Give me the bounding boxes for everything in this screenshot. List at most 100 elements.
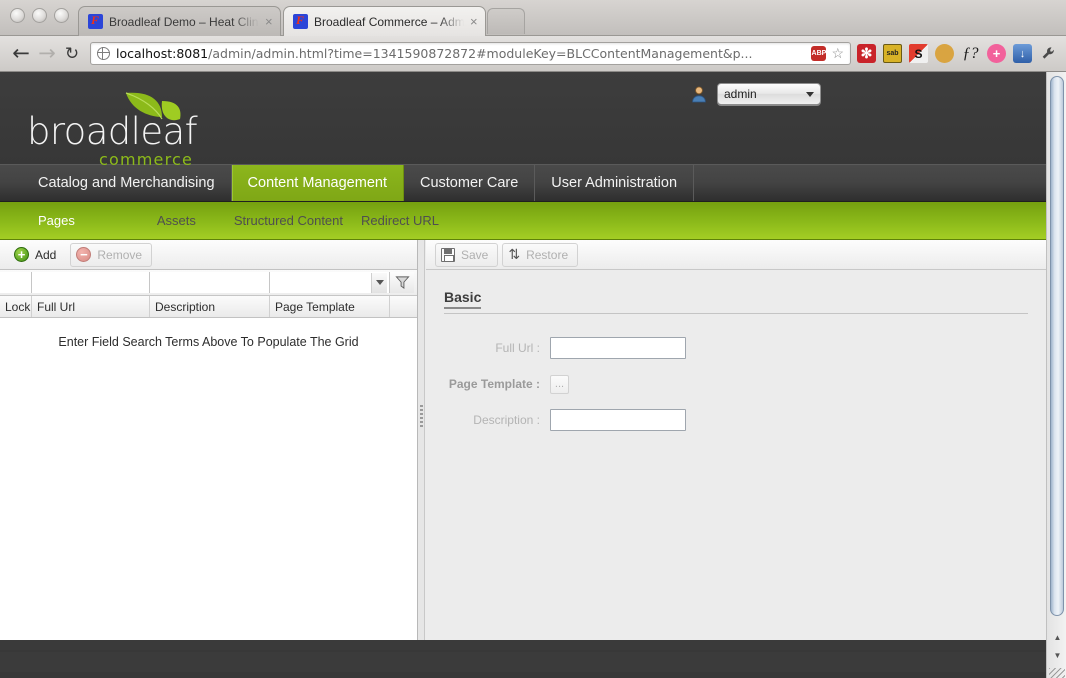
column-header-page-template[interactable]: Page Template [270,296,390,317]
scroll-up-icon[interactable]: ▲ [1050,630,1065,645]
address-bar[interactable]: localhost:8081/admin/admin.html?time=134… [90,42,851,65]
reload-icon[interactable]: ↻ [60,44,84,64]
filter-input-full-url[interactable] [32,272,150,293]
vertical-scrollbar-track[interactable]: ▲ ▼ [1046,72,1066,678]
broadleaf-favicon [293,14,308,29]
column-header-description[interactable]: Description [150,296,270,317]
user-menu-area: admin [690,83,821,105]
screenshot-icon[interactable]: S [909,44,928,63]
grid-header-row: Lock Full Url Description Page Template [0,296,417,318]
add-button-label: Add [35,247,57,262]
filter-input-lock[interactable] [0,272,32,293]
save-disk-icon [441,247,455,262]
browser-toolbar: ← → ↻ localhost:8081/admin/admin.html?ti… [0,36,1066,72]
window-zoom-button[interactable] [54,8,69,23]
save-button[interactable]: Save [435,242,499,267]
form-row-page-template: Page Template : ... [426,366,1046,402]
pages-list-pane: + Add − Remove Lock Full Url Description… [0,240,418,640]
grid-filter-row [0,270,417,296]
resize-grip-icon[interactable] [1049,668,1065,678]
mainnav-item-catalog-and-merchandising[interactable]: Catalog and Merchandising [22,165,232,201]
full-url-input[interactable] [550,337,686,359]
logo-wordmark: broadleaf [27,110,198,153]
browser-tab-title: Broadleaf Commerce – Admin [314,14,464,29]
splitter-grip-icon [420,405,423,427]
section-title: Basic [444,289,482,309]
back-icon[interactable]: ← [8,43,34,64]
window-minimize-button[interactable] [32,8,47,23]
user-avatar-icon [690,85,708,103]
url-path: /admin/admin.html?time=1341590872872#mod… [208,46,753,61]
forward-icon[interactable]: → [34,43,60,64]
close-icon[interactable]: × [265,14,273,29]
restore-button-label: Restore [526,247,569,262]
window-controls [10,8,69,23]
user-select-value: admin [724,87,757,101]
vertical-scrollbar-thumb[interactable] [1050,76,1064,616]
grid-empty-message: Enter Field Search Terms Above To Popula… [58,335,359,349]
add-button[interactable]: + Add [8,243,66,267]
basic-form: Full Url : Page Template : ... Descripti… [426,330,1046,438]
form-row-full-url: Full Url : [426,330,1046,366]
mainnav-item-content-management[interactable]: Content Management [231,165,404,201]
description-label: Description : [473,413,540,427]
remove-button-label: Remove [97,247,143,262]
scroll-down-icon[interactable]: ▼ [1050,648,1065,663]
detail-toolbar: Save ⇅ Restore [426,240,1046,270]
url-host: localhost:8081 [116,46,209,61]
horizontal-scrollbar-track[interactable] [0,652,1046,672]
browser-tab-strip: Broadleaf Demo – Heat Clinic × Broadleaf… [0,0,1066,36]
bookmark-star-icon[interactable]: ☆ [831,45,844,62]
close-icon[interactable]: × [470,14,478,29]
browser-tab-1[interactable]: Broadleaf Commerce – Admin × [283,6,486,36]
mainnav-item-customer-care[interactable]: Customer Care [404,165,536,201]
filter-funnel-icon[interactable] [390,272,414,293]
extension-tray: ✻ sab S ƒ? + ↓ [857,44,1066,63]
url-text: localhost:8081/admin/admin.html?time=134… [116,46,807,61]
restore-arrows-icon: ⇅ [508,246,521,263]
add-icon[interactable]: + [987,44,1006,63]
broadleaf-favicon [88,14,103,29]
page-viewport: broadleaf commerce admin Catalog and Mer… [0,72,1046,678]
chevron-down-icon [806,91,814,97]
wrench-icon[interactable] [1039,44,1058,63]
subnav-item-assets[interactable]: Assets [157,213,234,228]
firebug-icon[interactable]: ƒ? [961,44,980,63]
restore-button[interactable]: ⇅ Restore [502,242,579,267]
page-detail-pane: Save ⇅ Restore Basic Full Url : Page Tem… [426,240,1046,640]
subnav-item-pages[interactable]: Pages [38,213,157,228]
cookie-icon[interactable] [935,44,954,63]
broadleaf-logo[interactable]: broadleaf commerce [27,89,327,169]
user-select[interactable]: admin [717,83,821,105]
column-header-spacer [390,296,417,317]
screen-root: Broadleaf Demo – Heat Clinic × Broadleaf… [0,0,1066,678]
full-url-label: Full Url : [495,341,540,355]
description-input[interactable] [550,409,686,431]
adblock-icon[interactable]: ABP [811,46,827,61]
remove-button[interactable]: − Remove [70,242,153,267]
basic-section-header: Basic [444,289,1028,314]
save-button-label: Save [461,247,489,262]
browser-tab-title: Broadleaf Demo – Heat Clinic [109,14,259,29]
minus-circle-icon: − [76,247,92,262]
browser-tab-0[interactable]: Broadleaf Demo – Heat Clinic × [78,6,281,36]
lastpass-icon[interactable]: ✻ [857,44,876,63]
filter-input-page-template[interactable] [270,272,390,293]
main-nav: Catalog and Merchandising Content Manage… [0,165,1046,202]
sub-nav: Pages Assets Structured Content Redirect… [0,202,1046,240]
plus-circle-icon: + [14,247,29,262]
column-header-lock[interactable]: Lock [0,296,32,317]
subnav-item-redirect-url[interactable]: Redirect URL [361,213,485,228]
page-template-picker-button[interactable]: ... [550,374,569,394]
app-header: broadleaf commerce admin [0,72,1046,169]
new-tab-button[interactable] [487,8,525,34]
pane-splitter[interactable] [418,240,425,640]
sab-icon[interactable]: sab [883,44,902,63]
window-close-button[interactable] [10,8,25,23]
chevron-down-icon[interactable] [371,272,387,293]
filter-input-description[interactable] [150,272,270,293]
download-icon[interactable]: ↓ [1013,44,1032,63]
column-header-full-url[interactable]: Full Url [32,296,150,317]
subnav-item-structured-content[interactable]: Structured Content [234,213,361,228]
mainnav-item-user-administration[interactable]: User Administration [535,165,695,201]
